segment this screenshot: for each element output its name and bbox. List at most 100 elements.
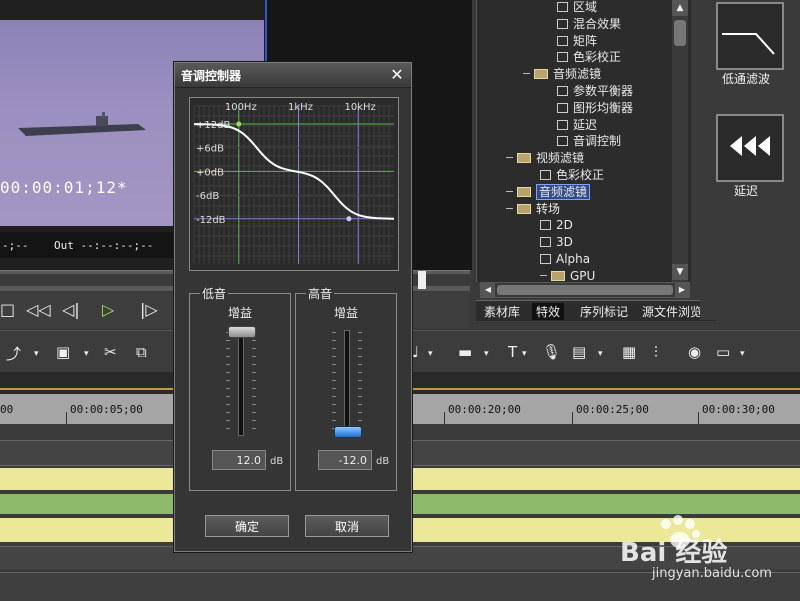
treble-slider-knob[interactable] [334, 426, 362, 438]
effect-icon [557, 52, 568, 63]
effect-icon [557, 119, 568, 130]
tree-effect-item[interactable]: 混合效果 [557, 16, 621, 33]
color-wheel-icon[interactable]: ◉ [688, 343, 701, 361]
tree-effect-item[interactable]: 色彩校正 [540, 167, 604, 184]
tree-effect-item[interactable]: 图形均衡器 [557, 100, 633, 117]
scroll-left-icon[interactable]: ◀ [481, 283, 495, 297]
window-dropdown-icon[interactable]: ▾ [740, 349, 745, 359]
tab-source-browser[interactable]: 源文件浏览 [642, 303, 702, 320]
title-icon[interactable]: T [508, 343, 517, 361]
slider-tick [226, 396, 230, 397]
effect-icon [540, 237, 551, 248]
copy-icon[interactable]: ⧉ [136, 343, 147, 361]
tree-vertical-scrollbar[interactable]: ▲ ▼ [672, 0, 688, 282]
slider-tick [226, 380, 230, 381]
next-frame-icon[interactable]: |▷ [140, 300, 158, 319]
scroll-down-icon[interactable]: ▼ [672, 264, 688, 280]
scroll-thumb[interactable] [674, 20, 686, 46]
tree-effect-item[interactable]: 音调控制 [557, 133, 621, 150]
tree-effect-item[interactable]: 矩阵 [557, 33, 597, 50]
tree-folder-item[interactable]: 音频滤镜 [506, 183, 591, 201]
audio-level-dropdown-icon[interactable]: ▾ [428, 349, 433, 359]
delay-thumbnail[interactable] [716, 114, 784, 182]
color-bars-dropdown-icon[interactable]: ▾ [598, 349, 603, 359]
slider-tick [332, 348, 336, 349]
collapse-toggle-icon[interactable] [523, 73, 530, 75]
color-bars-icon[interactable]: ▤ [572, 343, 586, 361]
tree-effect-item[interactable]: 色彩校正 [557, 49, 621, 66]
slider-tick [358, 380, 362, 381]
mixer-dropdown-icon[interactable]: ▾ [484, 349, 489, 359]
tab-sequence-markers[interactable]: 序列标记 [580, 303, 628, 320]
ruler-tick [444, 412, 445, 424]
tree-item-label: 音频滤镜 [536, 183, 591, 200]
save-icon[interactable]: ▣ [56, 343, 70, 361]
lowpass-thumbnail[interactable] [716, 2, 784, 70]
tree-effect-item[interactable]: Alpha [540, 251, 590, 268]
rewind-icon[interactable]: ◁◁ [26, 300, 51, 319]
stop-icon[interactable]: □ [0, 300, 15, 319]
cancel-button[interactable]: 取消 [305, 515, 389, 537]
audio-level-icon[interactable]: ♩ [412, 343, 419, 361]
slider-tick [358, 332, 362, 333]
tree-item-label: 视频滤镜 [536, 151, 585, 166]
effect-icon [540, 254, 551, 264]
collapse-toggle-icon[interactable] [506, 157, 513, 159]
scroll-right-icon[interactable]: ▶ [675, 283, 689, 297]
bass-slider-track[interactable] [238, 330, 244, 436]
tree-folder-item[interactable]: 转场 [506, 201, 560, 218]
effect-icon [557, 18, 568, 29]
tree-effect-item[interactable]: 3D [540, 234, 573, 251]
window-icon[interactable]: ▭ [716, 343, 730, 361]
slider-tick [252, 348, 256, 349]
bass-value-field[interactable]: 12.0 [212, 450, 266, 470]
slider-tick [252, 420, 256, 421]
tab-effects[interactable]: 特效 [532, 303, 565, 320]
tab-library[interactable]: 素材库 [484, 303, 520, 320]
export-dropdown-icon[interactable]: ▾ [34, 349, 39, 359]
export-icon[interactable]: ⤴ [6, 343, 21, 364]
tree-horizontal-scrollbar[interactable]: ◀ ▶ [480, 282, 690, 298]
tree-item-label: 参数平衡器 [573, 84, 634, 98]
tree-item-label: 色彩校正 [573, 50, 622, 65]
tree-folder-item[interactable]: 音频滤镜 [523, 66, 601, 83]
treble-value-field[interactable]: -12.0 [318, 450, 372, 470]
bass-slider-knob[interactable] [228, 326, 256, 338]
treble-slider-track[interactable] [344, 330, 350, 436]
slider-tick [358, 348, 362, 349]
microphone-icon[interactable]: 🎙 [542, 343, 561, 361]
tree-item-label: 色彩校正 [556, 168, 605, 182]
tree-item-label: 2D [556, 218, 573, 233]
tree-folder-item[interactable]: 视频滤镜 [506, 150, 584, 167]
scrub-handle[interactable] [418, 271, 426, 289]
freq-label: 10kHz [345, 102, 376, 113]
tree-effect-item[interactable]: 延迟 [557, 117, 597, 134]
grid-icon[interactable]: ▦ [622, 343, 636, 361]
collapse-toggle-icon[interactable] [540, 274, 547, 276]
slider-tick [332, 380, 336, 381]
play-icon[interactable]: ▷ [102, 300, 114, 319]
collapse-toggle-icon[interactable] [506, 207, 513, 209]
timecode-display: 00:00:01;12* [0, 178, 128, 197]
save-dropdown-icon[interactable]: ▾ [84, 349, 89, 359]
collapse-toggle-icon[interactable] [506, 190, 513, 192]
mixer-icon[interactable]: ▬ [458, 343, 472, 361]
tree-effect-item[interactable]: 参数平衡器 [557, 83, 633, 100]
ok-button[interactable]: 确定 [205, 515, 289, 537]
slider-tick [226, 356, 230, 357]
folder-icon [517, 186, 531, 197]
prev-frame-icon[interactable]: ◁| [62, 300, 80, 319]
tree-effect-item[interactable]: 区域 [557, 0, 597, 16]
tree-effect-item[interactable]: 2D [540, 217, 573, 234]
sliders-icon[interactable]: ⫶ [654, 343, 658, 361]
dialog-titlebar[interactable]: 音调控制器 ✕ [175, 63, 411, 88]
hscroll-thumb[interactable] [497, 285, 673, 295]
bass-title: 低音 [200, 285, 229, 302]
scroll-up-icon[interactable]: ▲ [672, 0, 688, 16]
close-icon[interactable]: ✕ [388, 65, 406, 84]
slider-tick [332, 364, 336, 365]
out-point-label: Out --:--:--;-- [54, 239, 154, 252]
ruler-tick [572, 412, 573, 424]
title-dropdown-icon[interactable]: ▾ [522, 349, 527, 359]
cut-icon[interactable]: ✂ [104, 343, 117, 361]
